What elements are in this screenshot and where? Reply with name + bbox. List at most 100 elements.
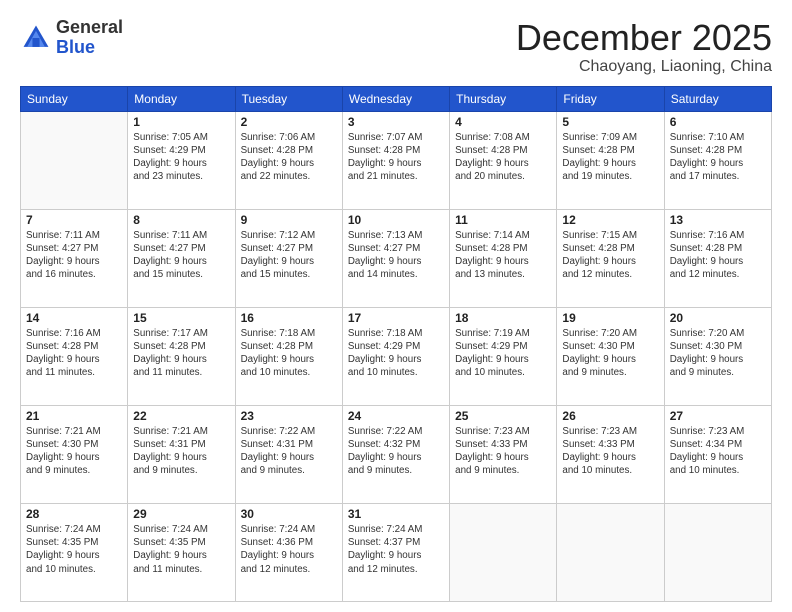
weekday-header-thursday: Thursday <box>450 86 557 111</box>
sunrise-text: Sunrise: 7:12 AM <box>241 229 337 242</box>
calendar-cell: 1Sunrise: 7:05 AMSunset: 4:29 PMDaylight… <box>128 111 235 209</box>
sunrise-text: Sunrise: 7:20 AM <box>562 327 658 340</box>
weekday-header-saturday: Saturday <box>664 86 771 111</box>
day-number: 23 <box>241 409 337 423</box>
day-number: 19 <box>562 311 658 325</box>
daylight-text: Daylight: 9 hoursand 9 minutes. <box>455 451 551 477</box>
calendar-cell: 14Sunrise: 7:16 AMSunset: 4:28 PMDayligh… <box>21 307 128 405</box>
day-info: Sunrise: 7:16 AMSunset: 4:28 PMDaylight:… <box>670 229 766 282</box>
day-number: 22 <box>133 409 229 423</box>
calendar-cell: 23 Sunrise: 7:22 AMSunset: 4:31 PMDayligh… <box>235 405 342 503</box>
calendar-cell: 6Sunrise: 7:10 AMSunset: 4:28 PMDaylight… <box>664 111 771 209</box>
sunset-text: Sunset: 4:28 PM <box>133 340 229 353</box>
calendar-cell: 11Sunrise: 7:14 AMSunset: 4:28 PMDayligh… <box>450 209 557 307</box>
day-number: 31 <box>348 507 444 521</box>
day-number: 18 <box>455 311 551 325</box>
daylight-text: Daylight: 9 hoursand 9 minutes. <box>670 353 766 379</box>
day-number: 4 <box>455 115 551 129</box>
calendar-cell: 18Sunrise: 7:19 AMSunset: 4:29 PMDayligh… <box>450 307 557 405</box>
calendar-cell: 24Sunrise: 7:22 AMSunset: 4:32 PMDayligh… <box>342 405 449 503</box>
daylight-text: Daylight: 9 hoursand 15 minutes. <box>133 255 229 281</box>
sunset-text: Sunset: 4:28 PM <box>562 144 658 157</box>
sunset-text: Sunset: 4:28 PM <box>455 144 551 157</box>
sunset-text: Sunset: 4:29 PM <box>455 340 551 353</box>
day-number: 29 <box>133 507 229 521</box>
day-number: 1 <box>133 115 229 129</box>
day-info: Sunrise: 7:24 AMSunset: 4:35 PMDaylight:… <box>133 523 229 576</box>
day-info: Sunrise: 7:16 AMSunset: 4:28 PMDaylight:… <box>26 327 122 380</box>
sunset-text: Sunset: 4:31 PM <box>133 438 229 451</box>
day-info: Sunrise: 7:22 AMSunset: 4:31 PMDaylight:… <box>241 425 337 478</box>
day-info: Sunrise: 7:06 AMSunset: 4:28 PMDaylight:… <box>241 131 337 184</box>
day-info: Sunrise: 7:17 AMSunset: 4:28 PMDaylight:… <box>133 327 229 380</box>
day-info: Sunrise: 7:24 AMSunset: 4:37 PMDaylight:… <box>348 523 444 576</box>
calendar-cell <box>450 503 557 601</box>
day-info: Sunrise: 7:23 AMSunset: 4:34 PMDaylight:… <box>670 425 766 478</box>
daylight-text: Daylight: 9 hoursand 14 minutes. <box>348 255 444 281</box>
sunrise-text: Sunrise: 7:11 AM <box>26 229 122 242</box>
day-info: Sunrise: 7:09 AMSunset: 4:28 PMDaylight:… <box>562 131 658 184</box>
daylight-text: Daylight: 9 hoursand 9 minutes. <box>562 353 658 379</box>
daylight-text: Daylight: 9 hoursand 11 minutes. <box>133 549 229 575</box>
daylight-text: Daylight: 9 hoursand 10 minutes. <box>455 353 551 379</box>
sunset-text: Sunset: 4:35 PM <box>133 536 229 549</box>
day-info: Sunrise: 7:24 AMSunset: 4:36 PMDaylight:… <box>241 523 337 576</box>
sunrise-text: Sunrise: 7:23 AM <box>670 425 766 438</box>
calendar-week-4: 21Sunrise: 7:21 AMSunset: 4:30 PMDayligh… <box>21 405 772 503</box>
sunset-text: Sunset: 4:29 PM <box>348 340 444 353</box>
sunset-text: Sunset: 4:31 PM <box>241 438 337 451</box>
day-number: 10 <box>348 213 444 227</box>
calendar-cell: 16Sunrise: 7:18 AMSunset: 4:28 PMDayligh… <box>235 307 342 405</box>
sunset-text: Sunset: 4:37 PM <box>348 536 444 549</box>
calendar-cell: 30 Sunrise: 7:24 AMSunset: 4:36 PMDayligh… <box>235 503 342 601</box>
sunset-text: Sunset: 4:35 PM <box>26 536 122 549</box>
sunrise-text: Sunrise: 7:17 AM <box>133 327 229 340</box>
weekday-header-friday: Friday <box>557 86 664 111</box>
day-number: 8 <box>133 213 229 227</box>
daylight-text: Daylight: 9 hoursand 10 minutes. <box>348 353 444 379</box>
sunset-text: Sunset: 4:28 PM <box>348 144 444 157</box>
daylight-text: Daylight: 9 hoursand 11 minutes. <box>133 353 229 379</box>
logo-general-text: General <box>56 17 123 37</box>
sunset-text: Sunset: 4:32 PM <box>348 438 444 451</box>
sunrise-text: Sunrise: 7:20 AM <box>670 327 766 340</box>
daylight-text: Daylight: 9 hoursand 21 minutes. <box>348 157 444 183</box>
daylight-text: Daylight: 9 hoursand 12 minutes. <box>241 549 337 575</box>
logo-icon <box>20 22 52 54</box>
day-info: Sunrise: 7:15 AMSunset: 4:28 PMDaylight:… <box>562 229 658 282</box>
day-number: 30 <box>241 507 337 521</box>
calendar-cell: 3Sunrise: 7:07 AMSunset: 4:28 PMDaylight… <box>342 111 449 209</box>
day-number: 16 <box>241 311 337 325</box>
day-number: 9 <box>241 213 337 227</box>
day-number: 12 <box>562 213 658 227</box>
weekday-header-tuesday: Tuesday <box>235 86 342 111</box>
sunset-text: Sunset: 4:33 PM <box>455 438 551 451</box>
day-info: Sunrise: 7:18 AMSunset: 4:29 PMDaylight:… <box>348 327 444 380</box>
sunrise-text: Sunrise: 7:11 AM <box>133 229 229 242</box>
calendar-cell: 13Sunrise: 7:16 AMSunset: 4:28 PMDayligh… <box>664 209 771 307</box>
calendar-cell <box>664 503 771 601</box>
sunrise-text: Sunrise: 7:15 AM <box>562 229 658 242</box>
day-number: 11 <box>455 213 551 227</box>
day-number: 28 <box>26 507 122 521</box>
sunrise-text: Sunrise: 7:06 AM <box>241 131 337 144</box>
sunrise-text: Sunrise: 7:24 AM <box>348 523 444 536</box>
daylight-text: Daylight: 9 hoursand 15 minutes. <box>241 255 337 281</box>
weekday-header-sunday: Sunday <box>21 86 128 111</box>
daylight-text: Daylight: 9 hoursand 10 minutes. <box>26 549 122 575</box>
sunset-text: Sunset: 4:28 PM <box>670 242 766 255</box>
calendar-cell: 8Sunrise: 7:11 AMSunset: 4:27 PMDaylight… <box>128 209 235 307</box>
calendar-cell: 4Sunrise: 7:08 AMSunset: 4:28 PMDaylight… <box>450 111 557 209</box>
day-number: 20 <box>670 311 766 325</box>
sunset-text: Sunset: 4:34 PM <box>670 438 766 451</box>
day-number: 2 <box>241 115 337 129</box>
daylight-text: Daylight: 9 hoursand 10 minutes. <box>562 451 658 477</box>
calendar-cell: 20Sunrise: 7:20 AMSunset: 4:30 PMDayligh… <box>664 307 771 405</box>
sunset-text: Sunset: 4:28 PM <box>241 340 337 353</box>
calendar-cell <box>21 111 128 209</box>
sunrise-text: Sunrise: 7:21 AM <box>133 425 229 438</box>
sunset-text: Sunset: 4:28 PM <box>670 144 766 157</box>
calendar-cell <box>557 503 664 601</box>
daylight-text: Daylight: 9 hoursand 9 minutes. <box>133 451 229 477</box>
day-info: Sunrise: 7:20 AMSunset: 4:30 PMDaylight:… <box>562 327 658 380</box>
